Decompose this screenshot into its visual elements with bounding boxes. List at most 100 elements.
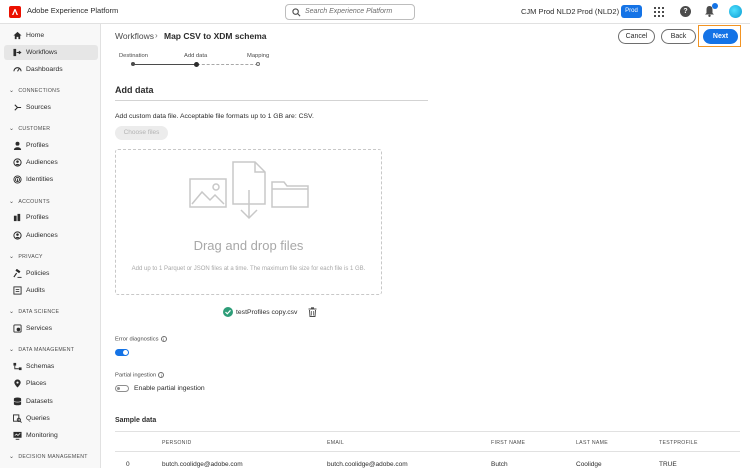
chevron-down-icon: ⌄ xyxy=(9,88,15,94)
dashboard-icon xyxy=(13,67,22,72)
section-decision-management[interactable]: ⌄ DECISION MANAGEMENT xyxy=(9,453,88,460)
sidebar-item-label: Queries xyxy=(26,415,50,422)
sidebar-item-label: Audits xyxy=(26,287,45,294)
adobe-logo-icon[interactable] xyxy=(9,6,21,18)
section-accounts[interactable]: ⌄ ACCOUNTS xyxy=(9,198,50,205)
error-diagnostics-label: Error diagnostics i xyxy=(115,336,167,343)
divider xyxy=(115,431,740,432)
next-button[interactable]: Next xyxy=(703,29,738,44)
sidebar-item-account-profiles[interactable]: Profiles xyxy=(4,210,98,225)
divider xyxy=(115,451,740,452)
enable-partial-ingestion-label: Enable partial ingestion xyxy=(134,385,205,392)
section-heading: Add data xyxy=(115,85,154,95)
dropzone-subtitle: Add up to 1 Parquet or JSON files at a t… xyxy=(131,266,366,272)
row-index: 0 xyxy=(126,461,130,468)
schema-icon xyxy=(13,362,22,371)
column-header[interactable]: EMAIL xyxy=(327,440,344,446)
info-icon[interactable]: i xyxy=(160,336,167,342)
sidebar-item-schemas[interactable]: Schemas xyxy=(4,359,98,374)
step-destination-dot xyxy=(131,62,135,66)
sidebar-item-policies[interactable]: Policies xyxy=(4,266,98,281)
sidebar-item-dashboards[interactable]: Dashboards xyxy=(4,62,98,77)
chevron-down-icon: ⌄ xyxy=(9,454,15,460)
location-pin-icon xyxy=(14,379,21,388)
sidebar-item-customer-profiles[interactable]: Profiles xyxy=(4,138,98,153)
sandbox-badge[interactable]: Prod xyxy=(621,5,642,18)
info-icon[interactable]: i xyxy=(158,372,165,378)
sidebar-item-home[interactable]: Home xyxy=(4,28,98,43)
org-switcher[interactable]: CJM Prod NLD2 xyxy=(521,7,576,16)
uploaded-file-name: testProfiles copy.csv xyxy=(236,309,298,316)
sidebar-item-services[interactable]: Services xyxy=(4,321,98,336)
sidebar-item-label: Audiences xyxy=(26,159,58,166)
breadcrumb-parent[interactable]: Workflows xyxy=(115,31,154,41)
sidebar-item-label: Sources xyxy=(26,104,51,111)
cancel-button[interactable]: Cancel xyxy=(618,29,655,44)
sidebar-item-label: Places xyxy=(26,380,47,387)
sandbox-name[interactable]: Prod (NLD2) xyxy=(577,7,619,16)
sidebar-item-places[interactable]: Places xyxy=(4,376,98,391)
sidebar-item-customer-audiences[interactable]: Audiences xyxy=(4,155,98,170)
sidebar-item-identities[interactable]: Identities xyxy=(4,172,98,187)
sidebar-item-workflows[interactable]: Workflows xyxy=(4,45,98,60)
sidebar-item-label: Audiences xyxy=(26,232,58,239)
search-icon xyxy=(292,8,301,17)
sidebar-item-label: Monitoring xyxy=(26,432,58,439)
sidebar-item-label: Dashboards xyxy=(26,66,63,73)
section-privacy[interactable]: ⌄ PRIVACY xyxy=(9,253,43,260)
step-destination-label: Destination xyxy=(119,53,149,59)
workflows-icon xyxy=(13,48,22,57)
sidebar-item-monitoring[interactable]: Monitoring xyxy=(4,428,98,443)
column-header[interactable]: LAST NAME xyxy=(576,440,608,446)
section-data-science[interactable]: ⌄ DATA SCIENCE xyxy=(9,308,59,315)
folder-icon xyxy=(271,181,309,208)
column-header[interactable]: TESTPROFILE xyxy=(659,440,698,446)
sidebar-item-label: Workflows xyxy=(26,49,58,56)
chevron-down-icon: ⌄ xyxy=(9,347,15,353)
chevron-down-icon: ⌄ xyxy=(9,126,15,132)
section-customer[interactable]: ⌄ CUSTOMER xyxy=(9,125,50,132)
choose-files-button[interactable]: Choose files xyxy=(115,126,168,140)
audiences-icon xyxy=(13,158,22,167)
sidebar-item-datasets[interactable]: Datasets xyxy=(4,394,98,409)
section-data-management[interactable]: ⌄ DATA MANAGEMENT xyxy=(9,346,74,353)
back-button[interactable]: Back xyxy=(661,29,696,44)
trash-icon[interactable] xyxy=(308,307,317,317)
notification-badge xyxy=(712,3,718,9)
user-avatar[interactable] xyxy=(729,5,742,18)
page-title: Map CSV to XDM schema xyxy=(164,31,267,41)
chevron-down-icon: ⌄ xyxy=(9,254,15,260)
sidebar-item-label: Profiles xyxy=(26,142,49,149)
file-dropzone[interactable]: Drag and drop files Add up to 1 Parquet … xyxy=(115,149,382,295)
sidebar-item-queries[interactable]: Queries xyxy=(4,411,98,426)
step-add-data-label: Add data xyxy=(184,53,208,59)
chevron-right-icon: › xyxy=(155,31,158,40)
step-progress-line xyxy=(133,63,195,65)
top-bar: Adobe Experience Platform Search Experie… xyxy=(0,0,750,24)
database-icon xyxy=(13,397,22,406)
partial-ingestion-toggle[interactable] xyxy=(115,385,129,392)
sidebar-item-sources[interactable]: Sources xyxy=(4,100,98,115)
sidebar-item-label: Datasets xyxy=(26,398,53,405)
chevron-down-icon: ⌄ xyxy=(9,309,15,315)
search-input[interactable]: Search Experience Platform xyxy=(285,4,415,20)
checkmark-circle-icon xyxy=(223,307,233,317)
error-diagnostics-toggle[interactable] xyxy=(115,349,129,356)
step-add-data-dot xyxy=(194,61,199,67)
apps-grid-icon[interactable] xyxy=(654,7,664,17)
table-cell: TRUE xyxy=(659,461,677,468)
chevron-down-icon: ⌄ xyxy=(9,199,15,205)
sidebar: Home Workflows Dashboards ⌄ CONNECTIONS S… xyxy=(0,24,101,468)
column-header[interactable]: PERSONID xyxy=(162,440,192,446)
section-connections[interactable]: ⌄ CONNECTIONS xyxy=(9,87,60,94)
sidebar-item-label: Identities xyxy=(26,176,54,183)
sidebar-item-account-audiences[interactable]: Audiences xyxy=(4,228,98,243)
help-icon[interactable]: ? xyxy=(680,6,691,17)
sidebar-item-audits[interactable]: Audits xyxy=(4,283,98,298)
column-header[interactable]: FIRST NAME xyxy=(491,440,525,446)
app-title[interactable]: Adobe Experience Platform xyxy=(27,6,118,15)
sidebar-item-label: Services xyxy=(26,325,53,332)
sources-icon xyxy=(14,104,22,111)
sample-data-heading: Sample data xyxy=(115,417,157,424)
partial-ingestion-label: Partial ingestion i xyxy=(115,372,165,379)
